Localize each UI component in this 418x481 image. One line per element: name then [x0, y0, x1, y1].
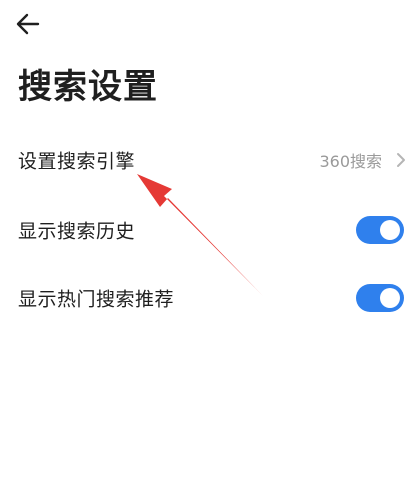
search-history-toggle[interactable] — [356, 216, 404, 244]
setting-row-hot-search: 显示热门搜索推荐 — [0, 266, 418, 330]
setting-row-search-engine[interactable]: 设置搜索引擎 360搜索 — [0, 128, 418, 192]
search-engine-value: 360搜索 — [319, 152, 382, 171]
arrow-left-icon — [16, 13, 40, 35]
toggle-knob — [380, 220, 400, 240]
hot-search-toggle[interactable] — [356, 284, 404, 312]
toggle-knob — [380, 288, 400, 308]
back-button[interactable] — [12, 8, 44, 40]
setting-row-search-history: 显示搜索历史 — [0, 198, 418, 262]
search-history-label: 显示搜索历史 — [18, 220, 136, 243]
chevron-right-icon — [397, 153, 405, 167]
search-engine-label: 设置搜索引擎 — [18, 150, 136, 173]
hot-search-label: 显示热门搜索推荐 — [18, 288, 175, 311]
page-title: 搜索设置 — [18, 67, 158, 107]
